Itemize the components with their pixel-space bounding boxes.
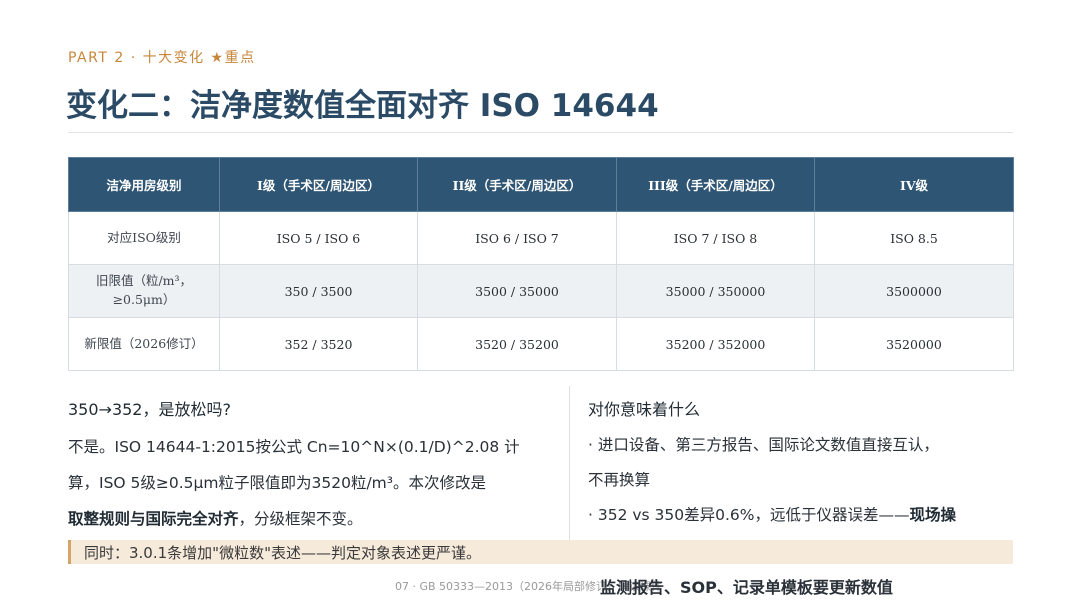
page-title: 变化二：洁净度数值全面对齐 ISO 14644	[66, 88, 659, 124]
table-cell: 35000 / 350000	[616, 264, 815, 318]
implication-item: · 进口设备、第三方报告、国际论文数值直接互认，	[588, 436, 939, 454]
table-cell: 35200 / 352000	[616, 317, 815, 371]
explanation-line: 取整规则与国际完全对齐，分级框架不变。	[68, 501, 548, 537]
table-cell: ISO 7 / ISO 8	[616, 211, 815, 265]
emphasis-text: 取整规则与国际完全对齐	[68, 510, 239, 528]
column-header: IV级	[814, 157, 1014, 212]
row-label: 旧限值（粒/m³，≥0.5μm）	[68, 264, 220, 318]
question-heading: 350→352，是放松吗?	[68, 400, 231, 419]
implication-item: · 352 vs 350差异0.6%，远低于仪器误差——现场操	[588, 498, 1028, 533]
table-cell: ISO 6 / ISO 7	[417, 211, 617, 265]
explanation-column: 350→352，是放松吗? 不是。ISO 14644-1:2015按公式 Cn=…	[68, 396, 548, 537]
table-cell: ISO 5 / ISO 6	[219, 211, 418, 265]
implication-emphasis: 现场操	[909, 506, 957, 524]
implications-column: 对你意味着什么 · 进口设备、第三方报告、国际论文数值直接互认， 不再换算 · …	[588, 396, 1028, 533]
column-header: I级（手术区/周边区）	[219, 157, 418, 212]
implication-item-cont: 不再换算	[588, 471, 651, 489]
table-cell: 3500 / 35000	[417, 264, 617, 318]
column-header: 洁净用房级别	[68, 157, 220, 212]
table-cell: ISO 8.5	[814, 211, 1014, 265]
column-divider	[569, 386, 570, 554]
section-kicker: PART 2 · 十大变化 ★重点	[68, 50, 256, 66]
implication-overflow-line: 监测报告、SOP、记录单模板要更新数值	[600, 578, 893, 597]
implications-heading: 对你意味着什么	[588, 400, 701, 419]
note-text: 同时：3.0.1条增加"微粒数"表述——判定对象表述更严谨。	[84, 544, 481, 562]
table-cell: 3520 / 35200	[417, 317, 617, 371]
table-row: 新限值（2026修订） 352 / 3520 3520 / 35200 3520…	[68, 317, 1014, 371]
table-row: 旧限值（粒/m³，≥0.5μm） 350 / 3500 3500 / 35000…	[68, 264, 1014, 318]
table-cell: 3520000	[814, 317, 1014, 371]
title-divider	[68, 132, 1013, 133]
cleanliness-table: 洁净用房级别 I级（手术区/周边区） II级（手术区/周边区） III级（手术区…	[68, 157, 1014, 371]
table-header-row: 洁净用房级别 I级（手术区/周边区） II级（手术区/周边区） III级（手术区…	[68, 157, 1014, 212]
row-label: 对应ISO级别	[68, 211, 220, 265]
explanation-line: 不是。ISO 14644-1:2015按公式 Cn=10^N×(0.1/D)^2…	[68, 438, 520, 456]
column-header: III级（手术区/周边区）	[616, 157, 815, 212]
column-header: II级（手术区/周边区）	[417, 157, 617, 212]
explanation-text: 不是。ISO 14644-1:2015按公式 Cn=10^N×(0.1/D)^2…	[68, 429, 548, 537]
explanation-tail: ，分级框架不变。	[238, 510, 363, 528]
table-row: 对应ISO级别 ISO 5 / ISO 6 ISO 6 / ISO 7 ISO …	[68, 211, 1014, 265]
table-cell: 352 / 3520	[219, 317, 418, 371]
table-cell: 3500000	[814, 264, 1014, 318]
table-cell: 350 / 3500	[219, 264, 418, 318]
implication-plain: · 352 vs 350差异0.6%，远低于仪器误差——	[588, 506, 910, 524]
row-label: 新限值（2026修订）	[68, 317, 220, 371]
explanation-line: 算，ISO 5级≥0.5μm粒子限值即为3520粒/m³。本次修改是	[68, 474, 486, 492]
